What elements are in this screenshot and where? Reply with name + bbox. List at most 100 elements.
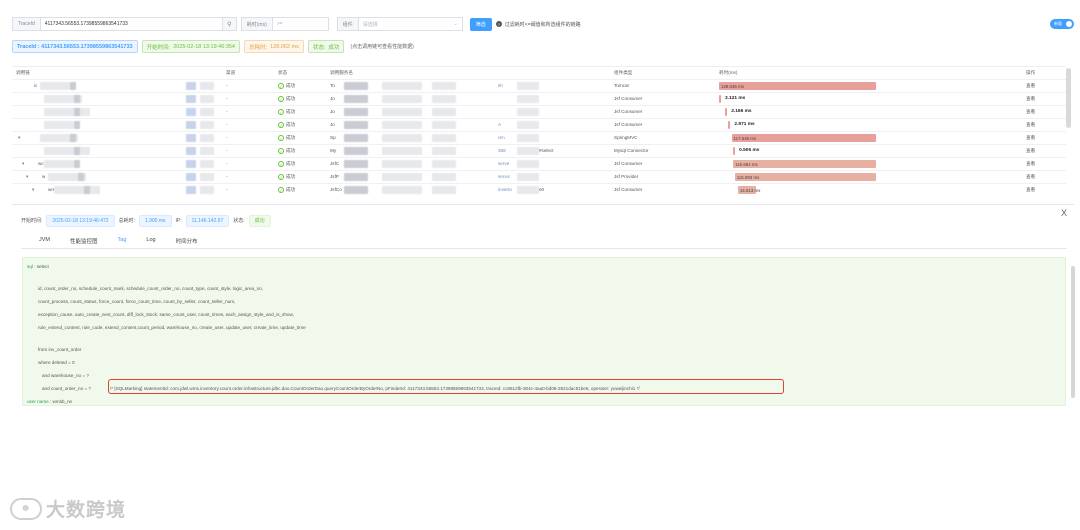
span-status-label: 状态: [233, 218, 245, 224]
table-row[interactable]: - ✓ 成功 Jo Jsf Consumer 3.121 ms 查看 [12, 92, 1066, 105]
sql-and-warehouse: and warehouse_no = ? [42, 373, 89, 378]
sql-from: from inv_count_order [38, 347, 82, 352]
redacted-service [382, 82, 422, 90]
table-row[interactable]: - ✓ 成功 My 358 #select Mysql Connector 0.505 ms 查… [12, 144, 1066, 157]
row-expand-icon[interactable]: ▾ [32, 187, 34, 193]
row-expand-icon[interactable]: ▾ [22, 161, 24, 167]
duration-input[interactable]: >= [272, 17, 329, 31]
duration-bar: 14.613 ms [737, 186, 760, 194]
redacted-service [382, 121, 422, 129]
redacted-id [186, 147, 196, 155]
view-link[interactable]: 查看 [1026, 83, 1035, 89]
redacted-name [40, 82, 70, 90]
span-ip-value: 11.146.142.67 [185, 214, 230, 227]
duration-label: 耗时(ms) [240, 17, 273, 31]
search-icon[interactable]: ⚲ [222, 17, 237, 31]
row-expand-icon[interactable]: ▾ [26, 174, 28, 180]
view-link[interactable]: 查看 [1026, 161, 1035, 167]
redacted-service [517, 186, 539, 194]
traceid-label: TraceId [12, 17, 41, 31]
table-row[interactable]: - ✓ 成功 Jo A Jsf Consumer 2.971 ms 查看 [12, 118, 1066, 131]
check-circle-icon: ✓ [278, 148, 284, 154]
redacted-id [200, 160, 214, 168]
row-component-type: Jsf Consumer [614, 122, 643, 127]
view-link[interactable]: 查看 [1026, 109, 1035, 115]
redacted-id [200, 173, 214, 181]
redacted-id [200, 95, 214, 103]
traceid-tag: TraceId : 4117343.56553.1739855986354173… [12, 40, 138, 53]
redacted-id [200, 108, 214, 116]
table-row[interactable]: ▾ wms - ✓ 成功 JsfCo inverto e0 Jsf Consumer 14.613… [12, 183, 1066, 196]
tag-sql-block: sql : select id, count_order_no, schedul… [22, 257, 1075, 406]
redacted-service [432, 95, 456, 103]
sql-first-line: sql : select [27, 264, 49, 269]
row-service: JsfP [330, 174, 339, 179]
version-toggle[interactable]: 新版 [1050, 19, 1074, 29]
row-service-tail: serve [498, 161, 510, 166]
component-select[interactable]: 请选择 ⌄ [358, 17, 463, 31]
check-circle-icon: ✓ [278, 135, 284, 141]
view-link[interactable]: 查看 [1026, 135, 1035, 141]
redacted-service [432, 82, 456, 90]
redacted-id [186, 95, 196, 103]
sql-select: select [36, 264, 49, 269]
close-icon[interactable]: X [1061, 208, 1067, 218]
table-row[interactable]: ▾ w - ✓ 成功 JsfP servic Jsf Provider 115.093 ms 查看 [12, 170, 1066, 183]
user-key: user name : [27, 399, 52, 404]
redacted-name [70, 134, 76, 142]
row-expand-icon[interactable]: ▾ [18, 135, 20, 141]
row-service: JsfC [330, 161, 340, 166]
row-name: ic [34, 83, 38, 88]
redacted-service [344, 173, 368, 181]
span-total-label: 总耗时: [118, 218, 135, 224]
view-link[interactable]: 查看 [1026, 174, 1035, 180]
check-circle-icon: ✓ [278, 96, 284, 102]
row-component-type: Jsf Consumer [614, 109, 643, 114]
code-scrollbar[interactable] [1071, 266, 1075, 398]
redacted-service [382, 134, 422, 142]
row-status: ✓ 成功 [278, 161, 295, 167]
row-status-text: 成功 [286, 148, 296, 153]
duration-label: 3.121 ms [725, 96, 746, 101]
redacted-service [517, 173, 539, 181]
redacted-id [186, 160, 196, 168]
row-status: ✓ 成功 [278, 96, 295, 102]
row-channel: - [226, 174, 228, 179]
row-status-text: 成功 [286, 187, 296, 192]
row-channel: - [226, 96, 228, 101]
table-row[interactable]: ic - ✓ 成功 To sh Tomcat 128.046 ms 查看 [12, 79, 1066, 92]
traceid-input[interactable]: 4117343.56553.17398559863541733 [40, 17, 223, 31]
check-circle-icon: ✓ [278, 187, 284, 193]
help-icon: ? [495, 21, 502, 27]
row-status-text: 成功 [286, 96, 296, 101]
view-link[interactable]: 查看 [1026, 148, 1035, 154]
start-time-label: 开始时间: [146, 44, 171, 51]
redacted-name [74, 108, 80, 116]
view-link[interactable]: 查看 [1026, 122, 1035, 128]
table-row[interactable]: - ✓ 成功 Jo Jsf Consumer 2.166 ms 查看 [12, 105, 1066, 118]
row-service: Jo [330, 96, 335, 101]
view-link[interactable]: 查看 [1026, 187, 1035, 193]
redacted-name [70, 82, 76, 90]
row-status: ✓ 成功 [278, 187, 295, 193]
redacted-id [200, 121, 214, 129]
row-service-tail: A [498, 122, 502, 127]
row-status-text: 成功 [286, 135, 296, 140]
row-channel: - [226, 109, 228, 114]
table-row[interactable]: ▾ - ✓ 成功 Sp ren SpringMVC 117.546 ms 查看 [12, 131, 1066, 144]
row-status: ✓ 成功 [278, 174, 295, 180]
redacted-service [432, 147, 456, 155]
row-status-text: 成功 [286, 161, 296, 166]
redacted-service [432, 160, 456, 168]
toggle-label: 新版 [1054, 21, 1062, 26]
redacted-id [200, 147, 214, 155]
redacted-service [432, 121, 456, 129]
redacted-id [186, 186, 196, 194]
start-time-value: 2025-02-18 13:19:46:354 [173, 43, 235, 50]
duration-label: 14.613 ms [739, 187, 761, 193]
table-scrollbar[interactable] [1066, 68, 1071, 128]
table-row[interactable]: ▾ wc - ✓ 成功 JsfC serve Jsf Consumer 116.684 ms 查看 [12, 157, 1066, 170]
filter-button[interactable]: 筛选 [469, 17, 492, 31]
redacted-id [186, 134, 196, 142]
view-link[interactable]: 查看 [1026, 96, 1035, 102]
